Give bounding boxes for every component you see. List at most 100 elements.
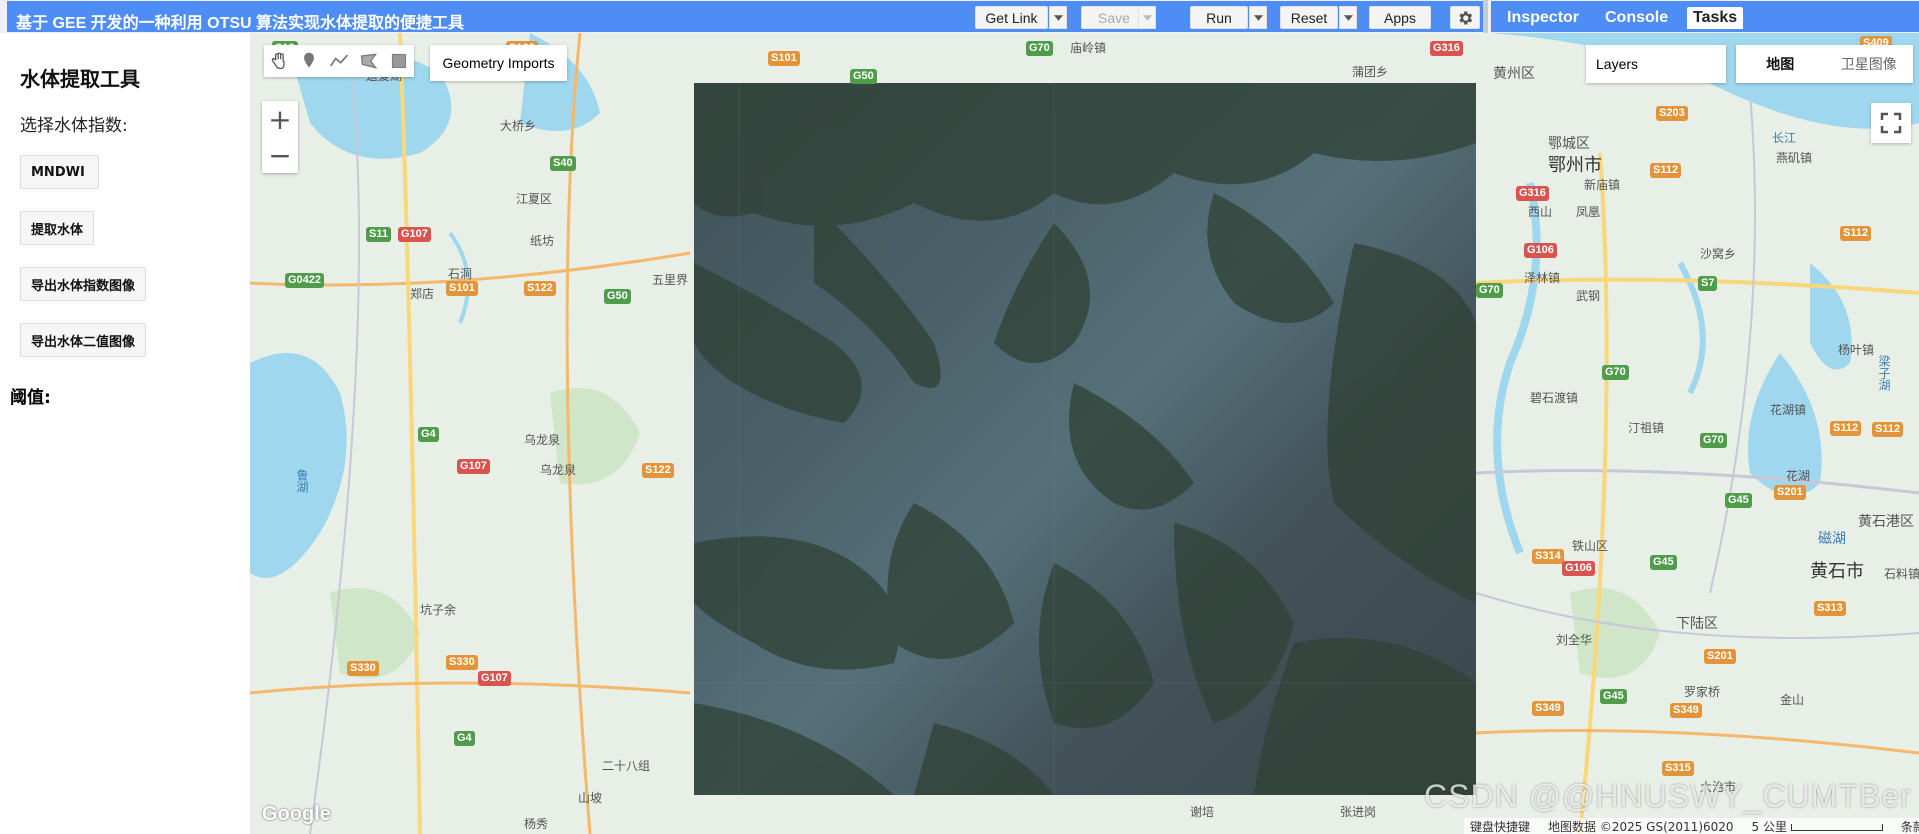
- scale-bar: [1790, 823, 1883, 831]
- road-badge: G106: [1562, 561, 1595, 576]
- geometry-imports-button[interactable]: Geometry Imports: [430, 45, 567, 81]
- place-label: 磁湖: [1818, 530, 1846, 546]
- road-badge: G45: [1650, 555, 1677, 570]
- export-binary-button[interactable]: 导出水体二值图像: [20, 323, 147, 357]
- road-badge: G4: [418, 427, 439, 442]
- road-badge: G70: [1602, 365, 1629, 380]
- title-bar: 基于 GEE 开发的一种利用 OTSU 算法实现水体提取的便捷工具 Get Li…: [7, 1, 1487, 32]
- road-badge: G45: [1725, 493, 1752, 508]
- pan-tool[interactable]: [264, 46, 294, 76]
- reset-dropdown[interactable]: [1339, 6, 1357, 29]
- map-type-satellite[interactable]: 卫星图像: [1825, 45, 1914, 83]
- road-badge: S11: [366, 227, 391, 242]
- place-label: 二十八组: [602, 759, 651, 773]
- gear-icon: [1459, 10, 1473, 25]
- place-label: 郑店: [410, 287, 435, 301]
- get-link-button[interactable]: Get Link: [975, 6, 1048, 29]
- tab-tasks[interactable]: Tasks: [1687, 7, 1744, 29]
- hand-icon: [271, 52, 285, 70]
- marker-icon: [304, 52, 314, 68]
- road-badge: G70: [1700, 433, 1727, 448]
- place-label: 沙窝乡: [1700, 247, 1737, 261]
- road-badge: G316: [1430, 41, 1463, 56]
- satellite-texture: [694, 83, 1476, 795]
- map-attribution: 键盘快捷键 地图数据 ©2025 GS(2011)6020 5 公里 条款: [1464, 818, 1919, 834]
- scale-indicator: 5 公里: [1752, 818, 1883, 834]
- get-link-dropdown[interactable]: [1049, 6, 1067, 29]
- road-badge: G107: [478, 671, 511, 686]
- extract-water-button[interactable]: 提取水体: [20, 211, 95, 245]
- watermark: CSDN @@HNUSWY_CUMTBer: [1424, 778, 1912, 814]
- zoom-control: + −: [262, 101, 298, 173]
- place-label: 花湖: [1786, 469, 1811, 483]
- map-data-attribution: 地图数据 ©2025 GS(2011)6020: [1548, 819, 1734, 834]
- map-view[interactable]: S13 S122 S101 G70 G50 G316 S40 S11 G107 …: [250, 33, 1919, 834]
- place-label: 刘全华: [1556, 633, 1593, 647]
- chevron-down-icon: [1053, 14, 1063, 21]
- place-label: 花湖镇: [1770, 403, 1807, 417]
- run-button[interactable]: Run: [1190, 6, 1248, 29]
- map-type-toggle: 地图 卫星图像: [1736, 45, 1913, 83]
- app-left-panel: 水体提取工具 选择水体指数: MNDWI 提取水体 导出水体指数图像 导出水体二…: [0, 33, 250, 834]
- place-label: 西山: [1528, 205, 1553, 219]
- save-dropdown[interactable]: [1138, 6, 1156, 29]
- polyline-icon: [329, 54, 348, 67]
- place-label: 张进岗: [1340, 805, 1377, 819]
- fullscreen-icon: [1880, 112, 1902, 134]
- place-label: 黄石市: [1810, 561, 1864, 581]
- road-badge: G107: [398, 227, 431, 242]
- road-badge: S122: [642, 463, 674, 478]
- reset-button[interactable]: Reset: [1280, 6, 1338, 29]
- zoom-in-button[interactable]: +: [262, 101, 298, 137]
- road-badge: S349: [1670, 703, 1702, 718]
- road-badge: G107: [457, 459, 490, 474]
- tab-inspector[interactable]: Inspector: [1501, 7, 1585, 29]
- place-label: 五里界: [652, 273, 689, 287]
- road-badge: S122: [524, 281, 556, 296]
- place-label: 铁山区: [1572, 539, 1609, 553]
- place-label: 江夏区: [516, 192, 553, 206]
- place-label: 新庙镇: [1584, 178, 1621, 192]
- road-badge: S203: [1656, 106, 1688, 121]
- map-type-map[interactable]: 地图: [1736, 45, 1825, 83]
- place-label: 汀祖镇: [1628, 421, 1665, 435]
- point-tool[interactable]: [294, 46, 324, 76]
- fullscreen-button[interactable]: [1871, 103, 1911, 143]
- terms-link[interactable]: 条款: [1901, 818, 1919, 834]
- place-label: 坑子余: [420, 603, 457, 617]
- rectangle-tool[interactable]: [384, 46, 414, 76]
- layers-button[interactable]: Layers: [1586, 45, 1726, 83]
- app-title: 基于 GEE 开发的一种利用 OTSU 算法实现水体提取的便捷工具: [16, 15, 465, 32]
- keyboard-shortcuts-link[interactable]: 键盘快捷键: [1470, 818, 1530, 834]
- run-dropdown[interactable]: [1249, 6, 1267, 29]
- road-badge: S112: [1840, 226, 1872, 241]
- rectangle-icon: [391, 53, 407, 69]
- export-index-button[interactable]: 导出水体指数图像: [20, 267, 147, 301]
- panel-resize-handle[interactable]: [1483, 0, 1488, 33]
- chevron-down-icon: [1253, 14, 1263, 21]
- place-label: 杨叶镇: [1838, 343, 1875, 357]
- settings-button[interactable]: [1450, 6, 1480, 29]
- place-label: 石洞: [448, 267, 473, 281]
- apps-button[interactable]: Apps: [1369, 6, 1431, 29]
- place-label: 鄂城区: [1548, 135, 1590, 151]
- right-panel-tabs: Inspector Console Tasks: [1491, 1, 1919, 32]
- line-tool[interactable]: [324, 46, 354, 76]
- polygon-tool[interactable]: [354, 46, 384, 76]
- tab-console[interactable]: Console: [1599, 7, 1674, 29]
- scale-label: 5 公里: [1751, 819, 1787, 834]
- place-label: 乌龙泉: [540, 463, 577, 477]
- zoom-out-button[interactable]: −: [262, 137, 298, 173]
- road-badge: G70: [1026, 41, 1053, 56]
- index-select[interactable]: MNDWI: [20, 155, 99, 189]
- place-label: 泽林镇: [1524, 271, 1561, 285]
- index-label: 选择水体指数:: [20, 116, 128, 136]
- place-label: 山坡: [578, 791, 603, 805]
- threshold-label: 阈值:: [10, 388, 51, 408]
- place-label: 杨秀: [524, 817, 549, 831]
- place-label: 武钢: [1576, 289, 1601, 303]
- road-badge: S112: [1830, 421, 1862, 436]
- polygon-icon: [360, 53, 378, 69]
- road-badge: S330: [347, 661, 379, 676]
- place-label: 金山: [1780, 693, 1805, 707]
